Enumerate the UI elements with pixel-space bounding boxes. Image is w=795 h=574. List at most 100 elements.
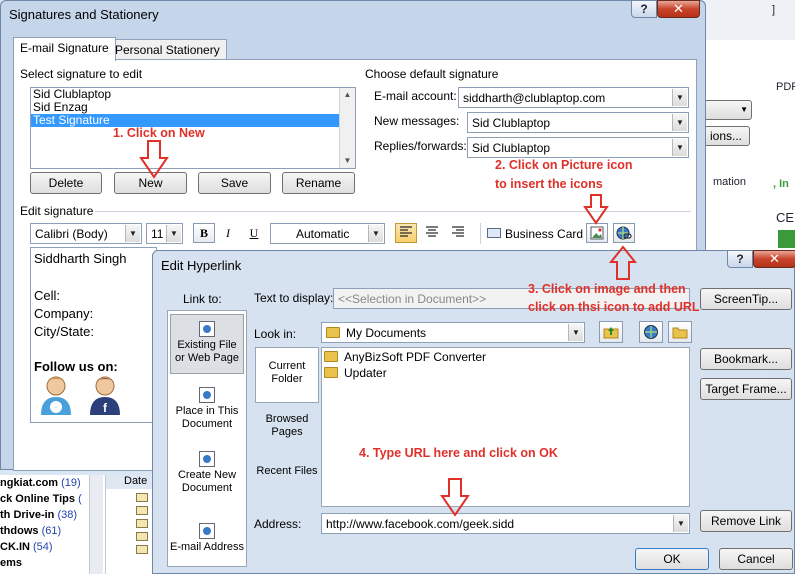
link-place-in-document[interactable]: Place in This Document: [170, 387, 244, 431]
folder-scrollbar[interactable]: [89, 475, 103, 574]
text-to-display-label: Text to display:: [254, 291, 334, 305]
email-account-label: E-mail account:: [374, 89, 457, 103]
mail-date-header[interactable]: Date: [106, 475, 155, 489]
align-right-icon: [452, 226, 464, 237]
default-signature-label: Choose default signature: [365, 67, 499, 81]
folder-icon: [326, 327, 340, 338]
font-size-select[interactable]: 11 ▼: [146, 223, 183, 244]
chevron-down-icon[interactable]: ▼: [166, 225, 181, 242]
mail-icon: [136, 506, 148, 515]
mail-icon: [136, 493, 148, 502]
mail-icon: [136, 519, 148, 528]
arrow-down-icon: [583, 194, 609, 225]
new-messages-label: New messages:: [374, 114, 460, 128]
arrow-down-icon: [139, 140, 169, 179]
save-button[interactable]: Save: [198, 172, 271, 194]
font-color-select[interactable]: Automatic ▼: [270, 223, 385, 244]
bookmark-button[interactable]: Bookmark...: [700, 348, 792, 370]
new-messages-select[interactable]: Sid Clublaptop ▼: [467, 112, 689, 133]
bold-button[interactable]: B: [193, 223, 215, 243]
rename-button[interactable]: Rename: [282, 172, 355, 194]
address-input[interactable]: http://www.facebook.com/geek.sidd ▼: [321, 513, 690, 534]
underline-button[interactable]: U: [243, 223, 265, 243]
insert-picture-button[interactable]: [586, 223, 608, 243]
look-in-select[interactable]: My Documents ▼: [321, 322, 585, 343]
folder-icon: [324, 351, 338, 362]
twitter-avatar-icon[interactable]: [39, 375, 73, 415]
browse-web-button[interactable]: [639, 321, 663, 343]
insert-hyperlink-button[interactable]: [613, 223, 635, 243]
file-list-item[interactable]: AnyBizSoft PDF Converter: [324, 350, 486, 364]
chevron-down-icon[interactable]: ▼: [672, 89, 687, 106]
replies-forwards-select[interactable]: Sid Clublaptop ▼: [467, 137, 689, 158]
chevron-down-icon[interactable]: ▼: [672, 114, 687, 131]
annotation-step-4: 4. Type URL here and click on OK: [359, 446, 558, 460]
help-button[interactable]: ?: [631, 0, 657, 18]
background-mail-list: Date: [105, 475, 155, 574]
up-folder-button[interactable]: [599, 321, 623, 343]
business-card-button[interactable]: Business Card: [480, 223, 583, 244]
bg-ce-text: CE: [776, 210, 795, 225]
bg-dropdown: ▼: [702, 100, 752, 120]
business-card-icon: [487, 228, 501, 238]
align-left-button[interactable]: [395, 223, 417, 243]
chevron-down-icon[interactable]: ▼: [673, 515, 688, 532]
chevron-down-icon[interactable]: ▼: [125, 225, 140, 242]
tab-personal-stationery[interactable]: Personal Stationery: [108, 39, 227, 61]
remove-link-button[interactable]: Remove Link: [700, 510, 792, 532]
link-to-panel: Existing File or Web Page Place in This …: [167, 310, 247, 567]
scroll-down-icon[interactable]: ▼: [340, 154, 355, 168]
chevron-down-icon[interactable]: ▼: [368, 225, 383, 242]
close-button[interactable]: ✕: [657, 0, 700, 18]
align-right-button[interactable]: [447, 223, 469, 243]
delete-button[interactable]: Delete: [30, 172, 102, 194]
look-in-label: Look in:: [254, 327, 297, 341]
mail-icon: [136, 545, 148, 554]
email-account-select[interactable]: siddharth@clublaptop.com ▼: [458, 87, 689, 108]
cancel-button[interactable]: Cancel: [719, 548, 793, 570]
link-email-address[interactable]: E-mail Address: [170, 523, 244, 554]
editor-cell: Cell:: [34, 288, 61, 303]
tab-email-signature[interactable]: E-mail Signature: [13, 37, 116, 61]
bg-options-button: ions...: [702, 126, 750, 146]
arrow-down-icon: [440, 478, 470, 517]
hyperlink-dialog-title: Edit Hyperlink: [161, 258, 242, 273]
align-center-button[interactable]: [421, 223, 443, 243]
chevron-down-icon[interactable]: ▼: [672, 139, 687, 156]
target-frame-button[interactable]: Target Frame...: [700, 378, 792, 400]
browse-file-button[interactable]: [668, 321, 692, 343]
new-document-icon: [199, 451, 215, 467]
file-list-item[interactable]: Updater: [324, 366, 387, 380]
file-list[interactable]: AnyBizSoft PDF Converter Updater: [321, 347, 690, 507]
edit-hyperlink-dialog: Edit Hyperlink ? ✕ Link to: Existing Fil…: [152, 250, 795, 574]
arrow-up-icon: [608, 245, 638, 280]
bg-bracket: ]: [772, 4, 776, 16]
chevron-down-icon[interactable]: ▼: [568, 324, 583, 341]
help-button[interactable]: ?: [727, 250, 753, 268]
recent-files-tab[interactable]: Recent Files: [255, 465, 319, 478]
bg-mation-text: mation: [713, 176, 747, 188]
signature-list-scrollbar[interactable]: ▲ ▼: [339, 88, 355, 168]
browse-mode-panel: Current Folder Browsed Pages Recent File…: [255, 347, 319, 507]
dialog-title: Signatures and Stationery: [9, 7, 159, 22]
browsed-pages-tab[interactable]: Browsed Pages: [255, 413, 319, 439]
picture-icon: [590, 226, 604, 240]
annotation-step-2b: to insert the icons: [495, 177, 603, 191]
facebook-avatar-icon[interactable]: f: [88, 375, 122, 415]
scroll-up-icon[interactable]: ▲: [340, 88, 355, 102]
ok-button[interactable]: OK: [635, 548, 709, 570]
up-folder-icon: [603, 327, 619, 339]
link-create-new-document[interactable]: Create New Document: [170, 451, 244, 495]
globe-file-icon: [199, 321, 215, 337]
align-center-icon: [426, 226, 438, 237]
address-label: Address:: [254, 517, 302, 531]
close-button[interactable]: ✕: [753, 250, 795, 268]
italic-button[interactable]: I: [217, 223, 239, 243]
bg-green-block: [778, 230, 795, 248]
signature-editor[interactable]: Siddharth Singh Cell: Company: City/Stat…: [30, 247, 157, 423]
current-folder-tab[interactable]: Current Folder: [255, 347, 319, 403]
editor-city: City/State:: [34, 324, 94, 339]
screentip-button[interactable]: ScreenTip...: [700, 288, 792, 310]
link-existing-file[interactable]: Existing File or Web Page: [170, 314, 244, 374]
font-select[interactable]: Calibri (Body) ▼: [30, 223, 142, 244]
